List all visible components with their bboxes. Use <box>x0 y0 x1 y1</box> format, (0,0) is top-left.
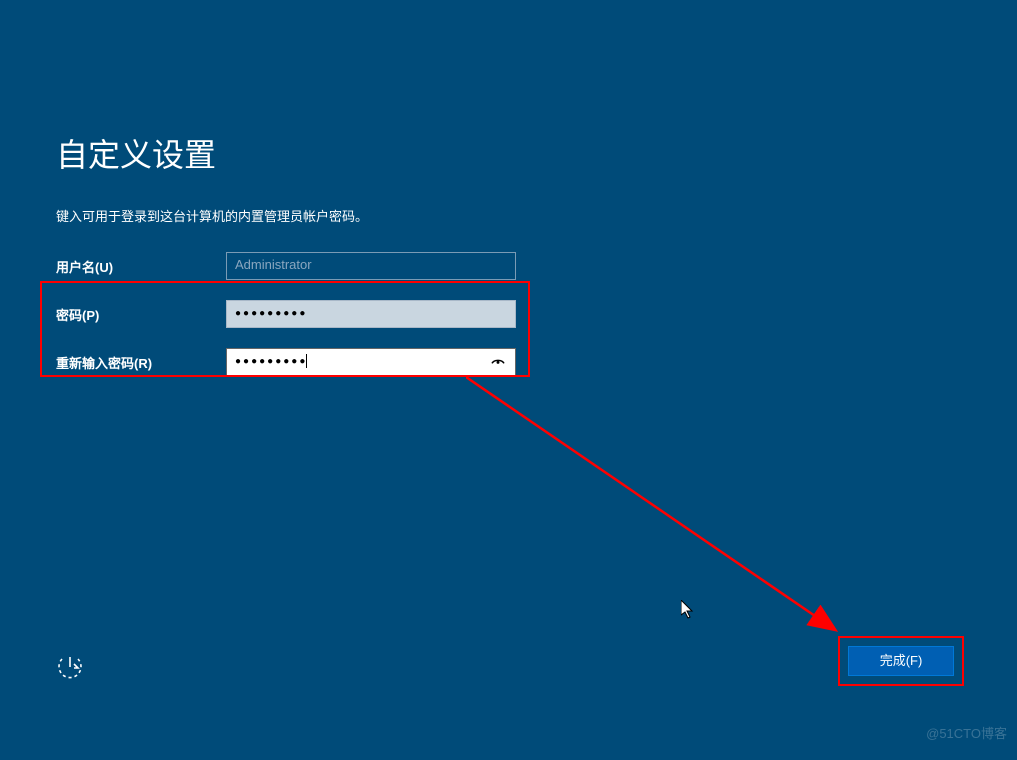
text-cursor <box>306 354 307 368</box>
username-label: 用户名(U) <box>56 257 226 276</box>
annotation-arrow <box>466 377 846 637</box>
reveal-password-icon[interactable] <box>489 353 507 371</box>
page-subtitle: 键入可用于登录到这台计算机的内置管理员帐户密码。 <box>56 206 957 225</box>
password-field[interactable]: ●●●●●●●●● <box>226 300 516 328</box>
settings-container: 自定义设置 键入可用于登录到这台计算机的内置管理员帐户密码。 用户名(U) Ad… <box>56 130 957 395</box>
accessibility-icon[interactable] <box>56 653 84 681</box>
confirm-password-row: 重新输入密码(R) ●●●●●●●●● <box>56 347 957 377</box>
mouse-cursor-icon <box>681 600 695 620</box>
finish-button[interactable]: 完成(F) <box>848 646 954 676</box>
password-label: 密码(P) <box>56 305 226 324</box>
password-row: 密码(P) ●●●●●●●●● <box>56 299 957 329</box>
watermark: @51CTO博客 <box>926 723 1007 742</box>
username-field: Administrator <box>226 252 516 280</box>
confirm-password-value: ●●●●●●●●● <box>235 356 307 367</box>
page-title: 自定义设置 <box>56 130 957 176</box>
username-row: 用户名(U) Administrator <box>56 251 957 281</box>
confirm-password-field[interactable]: ●●●●●●●●● <box>226 348 516 376</box>
confirm-password-label: 重新输入密码(R) <box>56 353 226 372</box>
